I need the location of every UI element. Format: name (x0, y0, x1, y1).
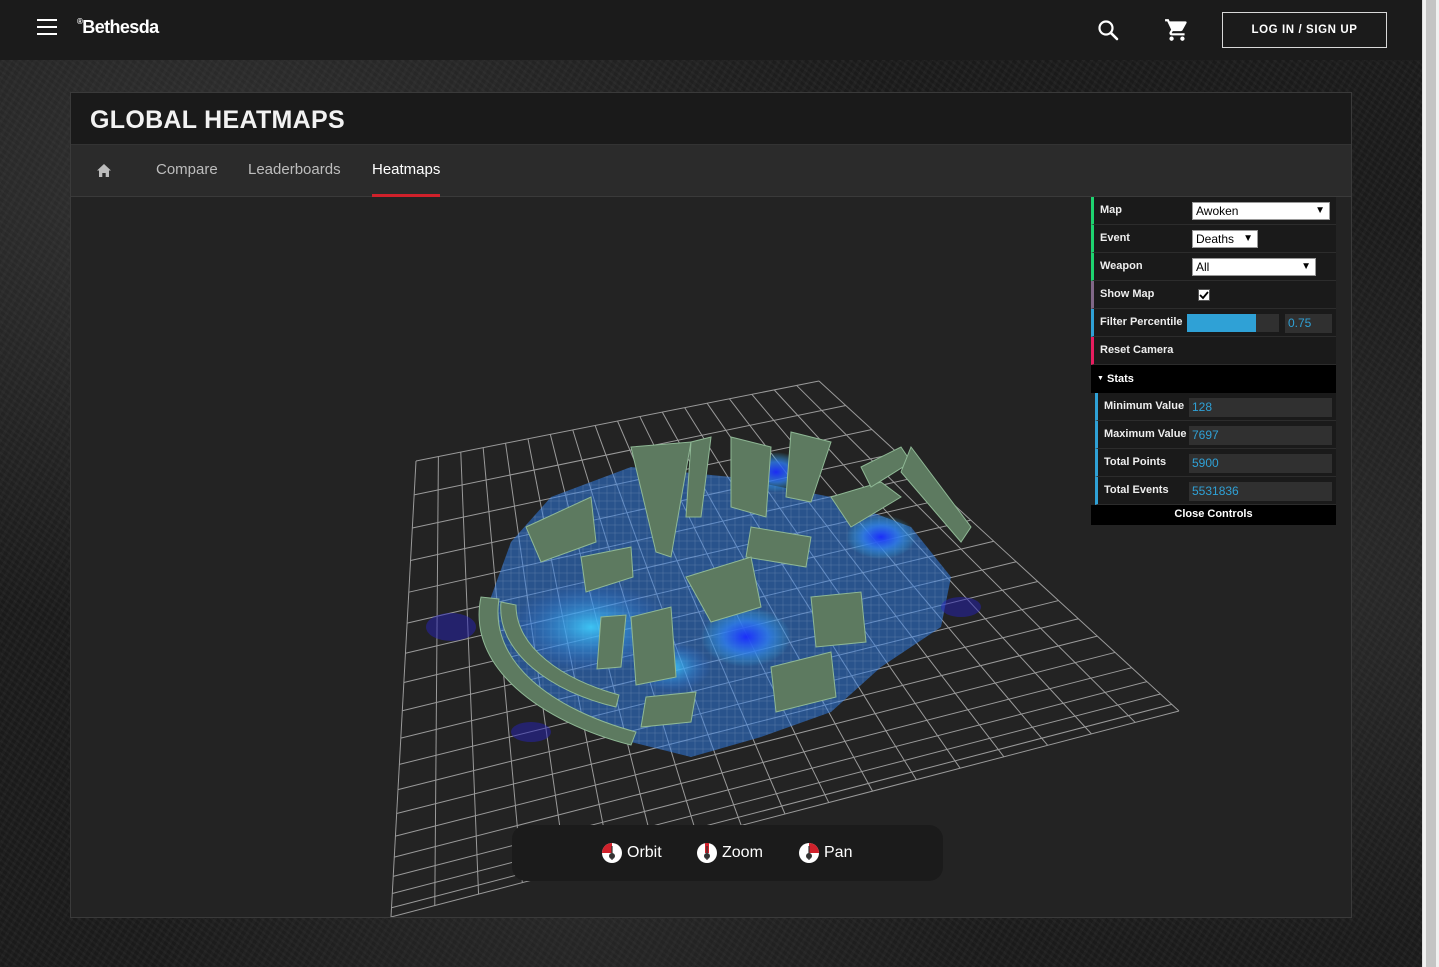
chevron-down-icon: ▼ (1301, 261, 1311, 272)
stats-row-label: Minimum Value (1104, 400, 1185, 412)
filter-percentile-slider[interactable] (1187, 314, 1279, 332)
cart-icon[interactable] (1164, 17, 1190, 43)
navigation-hints: Orbit Zoom Pan (512, 825, 943, 881)
weapon-control: Weapon All ▼ (1091, 253, 1336, 281)
event-select[interactable]: Deaths ▼ (1192, 230, 1258, 248)
stats-row-label: Maximum Value (1104, 428, 1187, 440)
caret-down-icon: ▼ (1097, 375, 1104, 382)
stats-rows: Minimum Value 128 Maximum Value 7697 Total P… (1091, 393, 1336, 505)
map-select-value: Awoken (1196, 204, 1239, 218)
weapon-select[interactable]: All ▼ (1192, 258, 1316, 276)
menu-icon[interactable] (37, 19, 58, 36)
event-control: Event Deaths ▼ (1091, 225, 1336, 253)
stats-row-value[interactable]: 5531836 (1189, 482, 1332, 501)
filter-percentile-label: Filter Percentile (1100, 316, 1183, 328)
show-map-control: Show Map (1091, 281, 1336, 309)
event-select-value: Deaths (1196, 232, 1235, 246)
chevron-down-icon: ▼ (1315, 205, 1325, 216)
event-label: Event (1100, 232, 1130, 244)
grid-line (434, 456, 439, 906)
stats-row-label: Total Events (1104, 484, 1169, 496)
stats-row: Maximum Value 7697 (1095, 421, 1336, 449)
heatmaps-panel: GLOBAL HEATMAPS Compare Leaderboards Hea… (70, 92, 1352, 918)
close-controls-button[interactable]: Close Controls (1091, 505, 1336, 525)
stats-tabs: Compare Leaderboards Heatmaps (71, 145, 1351, 197)
stats-row: Total Events 5531836 (1095, 477, 1336, 505)
heatmap-controls-panel: Map Awoken ▼ Event Deaths ▼ Weapon All ▼ Sh… (1091, 197, 1336, 525)
weapon-label: Weapon (1100, 260, 1143, 272)
zoom-label: Zoom (722, 844, 763, 861)
stats-row-value[interactable]: 7697 (1189, 426, 1332, 445)
show-map-checkbox[interactable] (1198, 289, 1210, 301)
stats-row: Total Points 5900 (1095, 449, 1336, 477)
reset-camera-button[interactable]: Reset Camera (1091, 337, 1336, 365)
logo-text: Bethesda (82, 17, 159, 37)
page-scrollbar[interactable] (1422, 0, 1439, 967)
map-label: Map (1100, 204, 1122, 216)
stats-row-value[interactable]: 5900 (1189, 454, 1332, 473)
mouse-left-icon (602, 843, 622, 863)
stats-folder-toggle[interactable]: ▼ Stats (1091, 365, 1336, 393)
top-navigation-bar: ®Bethesda LOG IN / SIGN UP (0, 0, 1422, 60)
page-title: GLOBAL HEATMAPS (90, 106, 345, 134)
grid-line (390, 460, 417, 917)
orbit-label: Orbit (627, 844, 662, 861)
reset-camera-label: Reset Camera (1100, 344, 1174, 356)
bethesda-logo[interactable]: ®Bethesda (77, 17, 159, 38)
checkmark-icon (1199, 291, 1209, 300)
stats-title: Stats (1107, 373, 1134, 385)
filter-percentile-control: Filter Percentile 0.75 (1091, 309, 1336, 337)
tab-heatmaps[interactable]: Heatmaps (372, 145, 441, 197)
stats-row-value[interactable]: 128 (1189, 398, 1332, 417)
tab-leaderboards[interactable]: Leaderboards (248, 145, 341, 197)
show-map-label: Show Map (1100, 288, 1155, 300)
tab-compare[interactable]: Compare (156, 145, 218, 197)
grid-line (460, 452, 480, 895)
map-select[interactable]: Awoken ▼ (1192, 202, 1330, 220)
mouse-wheel-icon (697, 843, 717, 863)
pan-label: Pan (824, 844, 853, 861)
filter-percentile-input[interactable]: 0.75 (1285, 314, 1332, 333)
zoom-hint: Zoom (696, 842, 763, 864)
slider-fill (1187, 314, 1256, 332)
search-icon[interactable] (1096, 18, 1120, 42)
pan-hint: Pan (798, 842, 852, 864)
mouse-right-icon (799, 843, 819, 863)
stats-row-label: Total Points (1104, 456, 1167, 468)
home-icon[interactable] (97, 164, 111, 177)
orbit-hint: Orbit (601, 842, 662, 864)
chevron-down-icon: ▼ (1243, 233, 1253, 244)
logo-mark: ® (77, 17, 83, 26)
login-signup-button[interactable]: LOG IN / SIGN UP (1222, 12, 1387, 48)
stats-row: Minimum Value 128 (1095, 393, 1336, 421)
weapon-select-value: All (1196, 260, 1210, 274)
panel-header: GLOBAL HEATMAPS (71, 93, 1351, 145)
scrollbar-thumb[interactable] (1426, 0, 1436, 967)
map-control: Map Awoken ▼ (1091, 197, 1336, 225)
